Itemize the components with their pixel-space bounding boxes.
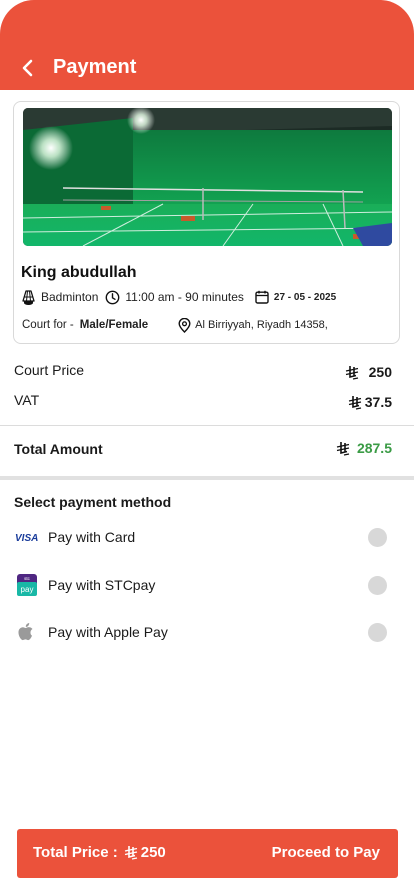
court-price-row: Court Price 250 xyxy=(14,360,392,380)
vat-label: VAT xyxy=(14,392,40,408)
riyal-icon xyxy=(345,365,358,380)
total-amount-value: 287.5 xyxy=(356,440,392,456)
payment-option-label: Pay with STCpay xyxy=(48,577,156,593)
divider xyxy=(0,425,414,426)
vat-value-wrap: 37.5 xyxy=(348,394,392,410)
court-image xyxy=(23,108,392,246)
back-button[interactable] xyxy=(14,54,42,82)
riyal-icon xyxy=(348,395,361,410)
payment-option-stcpay[interactable]: stc pay Pay with STCpay xyxy=(14,571,391,599)
visa-icon: VISA xyxy=(14,525,40,549)
proceed-to-pay-button[interactable]: Total Price : 250 Proceed to Pay xyxy=(17,829,398,878)
proceed-label: Proceed to Pay xyxy=(271,844,380,861)
location-pin-icon xyxy=(178,317,191,333)
time-info: 11:00 am - 90 minutes xyxy=(105,290,244,305)
venue-meta: Badminton 11:00 am - 90 minutes 27 - 05 … xyxy=(21,288,336,306)
page-title: Payment xyxy=(53,56,137,78)
svg-text:pay: pay xyxy=(21,585,34,594)
payment-option-applepay[interactable]: Pay with Apple Pay xyxy=(14,618,391,646)
radio-button[interactable] xyxy=(368,528,387,547)
bottom-total: Total Price : 250 xyxy=(33,844,166,861)
court-price-value: 250 xyxy=(368,364,392,380)
section-divider xyxy=(0,476,414,480)
total-price-label: Total Price : xyxy=(33,844,118,861)
total-amount-label: Total Amount xyxy=(14,441,103,457)
court-price-label: Court Price xyxy=(14,362,85,378)
venue-card: King abudullah Badminton 11:00 am - 90 m… xyxy=(13,101,400,344)
riyal-icon xyxy=(336,441,350,456)
date-label: 27 - 05 - 2025 xyxy=(273,291,337,303)
apple-icon xyxy=(14,620,40,644)
chevron-left-icon xyxy=(22,59,33,77)
svg-text:VISA: VISA xyxy=(15,533,38,543)
payment-option-label: Pay with Apple Pay xyxy=(48,624,168,640)
stcpay-icon: stc pay xyxy=(14,573,40,597)
date-info: 27 - 05 - 2025 xyxy=(255,290,336,304)
svg-text:stc: stc xyxy=(24,576,31,581)
location-label: Al Birriyyah, Riyadh 14358, xyxy=(195,319,328,331)
court-for-value: Male/Female xyxy=(79,319,149,331)
riyal-icon xyxy=(124,846,137,860)
calendar-icon xyxy=(255,290,269,304)
clock-icon xyxy=(105,290,120,304)
total-amount-value-wrap: 287.5 xyxy=(336,440,392,456)
sport-label: Badminton xyxy=(41,290,99,304)
vat-value: 37.5 xyxy=(364,394,392,410)
shuttlecock-icon xyxy=(22,289,35,305)
total-amount-row: Total Amount 287.5 xyxy=(14,438,392,460)
radio-button[interactable] xyxy=(368,576,387,595)
radio-button[interactable] xyxy=(368,623,387,642)
total-price-value: 250 xyxy=(140,844,166,861)
header-bar: Payment xyxy=(0,0,414,90)
venue-name: King abudullah xyxy=(21,264,137,281)
court-price-value-wrap: 250 xyxy=(345,364,392,380)
payment-option-card[interactable]: VISA Pay with Card xyxy=(14,523,391,551)
payment-option-label: Pay with Card xyxy=(48,529,136,545)
court-for-label: Court for - xyxy=(22,319,74,331)
venue-meta-secondary: Court for - Male/Female Al Birriyyah, Ri… xyxy=(22,316,328,334)
vat-row: VAT 37.5 xyxy=(14,390,392,410)
sport-info: Badminton xyxy=(21,289,99,305)
payment-section-title: Select payment method xyxy=(14,494,172,510)
time-label: 11:00 am - 90 minutes xyxy=(125,290,244,304)
